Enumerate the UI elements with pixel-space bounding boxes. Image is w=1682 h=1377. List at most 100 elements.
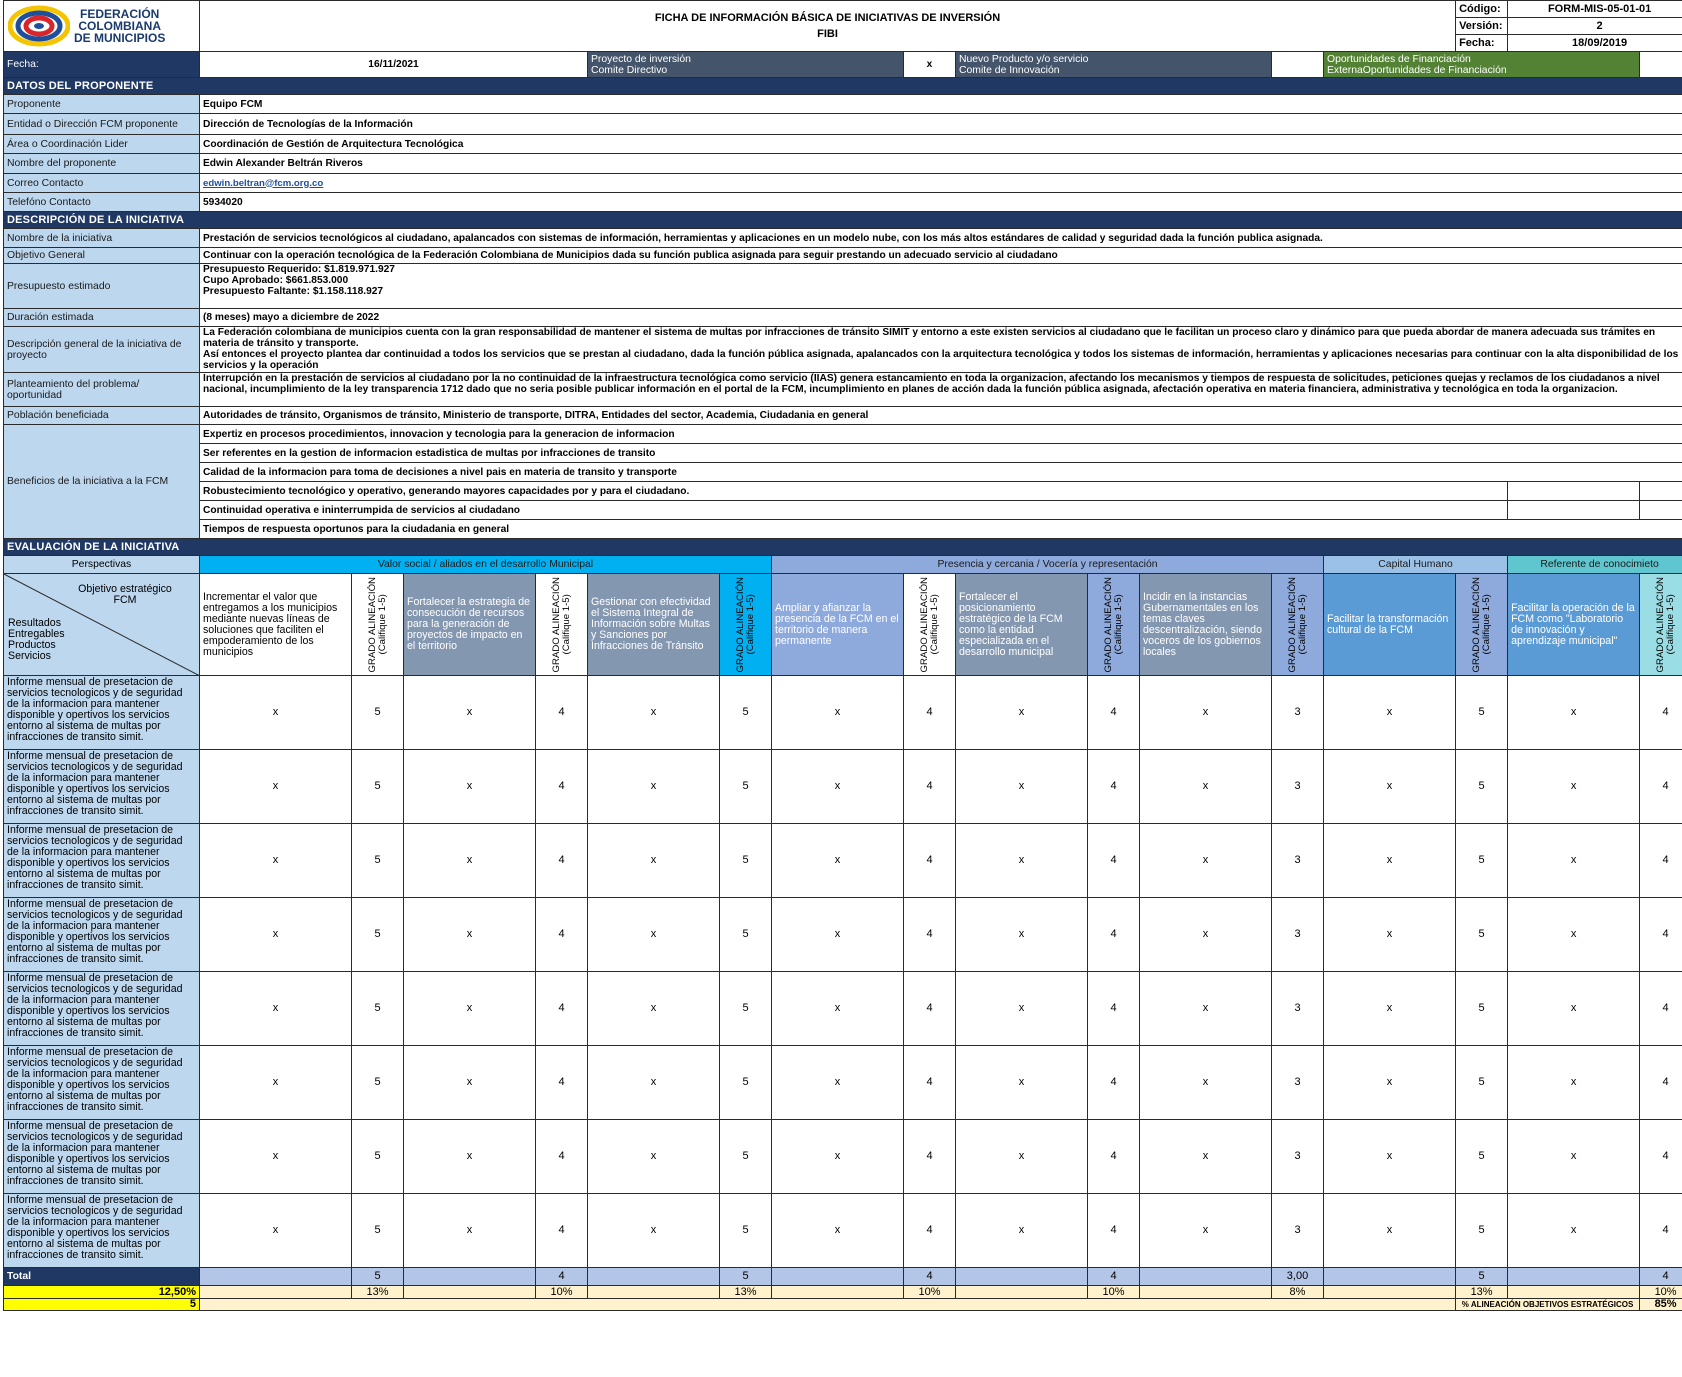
alignment-mark[interactable]: x bbox=[199, 971, 352, 1046]
grade-value[interactable]: 5 bbox=[1455, 897, 1509, 972]
alignment-mark[interactable]: x bbox=[1507, 675, 1641, 750]
grade-value[interactable]: 4 bbox=[535, 971, 588, 1046]
grade-value[interactable]: 4 bbox=[903, 1045, 956, 1120]
alignment-mark[interactable]: x bbox=[587, 749, 720, 824]
grade-value[interactable]: 5 bbox=[1455, 675, 1509, 750]
grade-value[interactable]: 4 bbox=[1087, 971, 1140, 1046]
alignment-mark[interactable]: x bbox=[403, 1119, 536, 1194]
grade-value[interactable]: 4 bbox=[1087, 897, 1140, 972]
grade-value[interactable]: 4 bbox=[535, 749, 588, 824]
alignment-mark[interactable]: x bbox=[199, 749, 352, 824]
alignment-mark[interactable]: x bbox=[1507, 1045, 1641, 1120]
grade-value[interactable]: 5 bbox=[719, 897, 772, 972]
grade-value[interactable]: 4 bbox=[1639, 971, 1682, 1046]
alignment-mark[interactable]: x bbox=[1139, 1119, 1272, 1194]
alignment-mark[interactable]: x bbox=[1322, 1045, 1457, 1120]
grade-value[interactable]: 3 bbox=[1271, 971, 1324, 1046]
alignment-mark[interactable]: x bbox=[955, 823, 1088, 898]
grade-value[interactable]: 5 bbox=[719, 749, 772, 824]
alignment-mark[interactable]: x bbox=[587, 971, 720, 1046]
alignment-mark[interactable]: x bbox=[199, 1119, 352, 1194]
grade-value[interactable]: 4 bbox=[1087, 1119, 1140, 1194]
alignment-mark[interactable]: x bbox=[771, 971, 904, 1046]
grade-value[interactable]: 4 bbox=[1087, 1193, 1140, 1268]
grade-value[interactable]: 4 bbox=[1639, 1119, 1682, 1194]
alignment-mark[interactable]: x bbox=[199, 675, 352, 750]
alignment-mark[interactable]: x bbox=[1322, 897, 1457, 972]
alignment-mark[interactable]: x bbox=[1139, 897, 1272, 972]
alignment-mark[interactable]: x bbox=[587, 1193, 720, 1268]
alignment-mark[interactable]: x bbox=[199, 1045, 352, 1120]
grade-value[interactable]: 3 bbox=[1271, 897, 1324, 972]
alignment-mark[interactable]: x bbox=[403, 1193, 536, 1268]
grade-value[interactable]: 4 bbox=[1087, 1045, 1140, 1120]
alignment-mark[interactable]: x bbox=[955, 1119, 1088, 1194]
alignment-mark[interactable]: x bbox=[199, 823, 352, 898]
alignment-mark[interactable]: x bbox=[955, 897, 1088, 972]
alignment-mark[interactable]: x bbox=[771, 1119, 904, 1194]
grade-value[interactable]: 4 bbox=[903, 749, 956, 824]
alignment-mark[interactable]: x bbox=[771, 749, 904, 824]
grade-value[interactable]: 4 bbox=[903, 897, 956, 972]
alignment-mark[interactable]: x bbox=[771, 675, 904, 750]
grade-value[interactable]: 5 bbox=[1455, 1045, 1509, 1120]
alignment-mark[interactable]: x bbox=[199, 1193, 352, 1268]
grade-value[interactable]: 5 bbox=[719, 971, 772, 1046]
alignment-mark[interactable]: x bbox=[403, 823, 536, 898]
grade-value[interactable]: 5 bbox=[719, 1193, 772, 1268]
alignment-mark[interactable]: x bbox=[1507, 1119, 1641, 1194]
problema-value[interactable]: Interrupción en la prestación de servici… bbox=[198, 372, 1682, 407]
correo-link[interactable]: edwin.beltran@fcm.org.co bbox=[203, 178, 323, 189]
poblacion-value[interactable]: Autoridades de tránsito, Organismos de t… bbox=[198, 406, 1682, 425]
grade-value[interactable]: 5 bbox=[351, 823, 404, 898]
alignment-mark[interactable]: x bbox=[587, 675, 720, 750]
alignment-mark[interactable]: x bbox=[1139, 823, 1272, 898]
grade-value[interactable]: 4 bbox=[903, 971, 956, 1046]
beneficio-item[interactable]: Continuidad operativa e ininterrumpida d… bbox=[198, 500, 1509, 520]
beneficio-item[interactable]: Calidad de la informacion para toma de d… bbox=[198, 462, 1682, 482]
alignment-mark[interactable]: x bbox=[1507, 897, 1641, 972]
grade-value[interactable]: 4 bbox=[535, 823, 588, 898]
alignment-mark[interactable]: x bbox=[771, 897, 904, 972]
alignment-mark[interactable]: x bbox=[1507, 1193, 1641, 1268]
grade-value[interactable]: 4 bbox=[903, 823, 956, 898]
alignment-mark[interactable]: x bbox=[955, 749, 1088, 824]
telefono-value[interactable]: 5934020 bbox=[198, 192, 1682, 212]
grade-value[interactable]: 3 bbox=[1271, 749, 1324, 824]
grade-value[interactable]: 5 bbox=[719, 675, 772, 750]
grade-value[interactable]: 5 bbox=[1455, 1119, 1509, 1194]
grade-value[interactable]: 4 bbox=[1639, 1045, 1682, 1120]
grade-value[interactable]: 4 bbox=[1639, 675, 1682, 750]
alignment-mark[interactable]: x bbox=[403, 897, 536, 972]
alignment-mark[interactable]: x bbox=[1322, 1193, 1457, 1268]
alignment-mark[interactable]: x bbox=[1507, 971, 1641, 1046]
alignment-mark[interactable]: x bbox=[1322, 1119, 1457, 1194]
grade-value[interactable]: 4 bbox=[535, 1119, 588, 1194]
grade-value[interactable]: 5 bbox=[1455, 749, 1509, 824]
presupuesto-value[interactable]: Presupuesto Requerido: $1.819.971.927 Cu… bbox=[198, 263, 1682, 309]
beneficio-item[interactable]: Robustecimiento tecnológico y operativo,… bbox=[198, 481, 1509, 501]
beneficio-item[interactable]: Tiempos de respuesta oportunos para la c… bbox=[198, 519, 1682, 539]
grade-value[interactable]: 4 bbox=[903, 675, 956, 750]
descripcion-general-value[interactable]: La Federación colombiana de municipios c… bbox=[198, 326, 1682, 373]
alignment-mark[interactable]: x bbox=[199, 897, 352, 972]
duracion-value[interactable]: (8 meses) mayo a diciembre de 2022 bbox=[198, 308, 1682, 327]
grade-value[interactable]: 5 bbox=[1455, 971, 1509, 1046]
alignment-mark[interactable]: x bbox=[403, 675, 536, 750]
nombre-iniciativa-value[interactable]: Prestación de servicios tecnológicos al … bbox=[198, 228, 1682, 248]
grade-value[interactable]: 4 bbox=[1639, 823, 1682, 898]
alignment-mark[interactable]: x bbox=[1507, 823, 1641, 898]
grade-value[interactable]: 5 bbox=[1455, 1193, 1509, 1268]
alignment-mark[interactable]: x bbox=[1139, 1193, 1272, 1268]
alignment-mark[interactable]: x bbox=[1322, 675, 1457, 750]
grade-value[interactable]: 4 bbox=[535, 897, 588, 972]
grade-value[interactable]: 5 bbox=[719, 1119, 772, 1194]
beneficio-item[interactable]: Ser referentes en la gestion de informac… bbox=[198, 443, 1682, 463]
grade-value[interactable]: 4 bbox=[903, 1193, 956, 1268]
objetivo-value[interactable]: Continuar con la operación tecnológica d… bbox=[198, 247, 1682, 264]
grade-value[interactable]: 3 bbox=[1271, 1045, 1324, 1120]
grade-value[interactable]: 3 bbox=[1271, 823, 1324, 898]
grade-value[interactable]: 3 bbox=[1271, 1193, 1324, 1268]
alignment-mark[interactable]: x bbox=[955, 1193, 1088, 1268]
grade-value[interactable]: 3 bbox=[1271, 1119, 1324, 1194]
